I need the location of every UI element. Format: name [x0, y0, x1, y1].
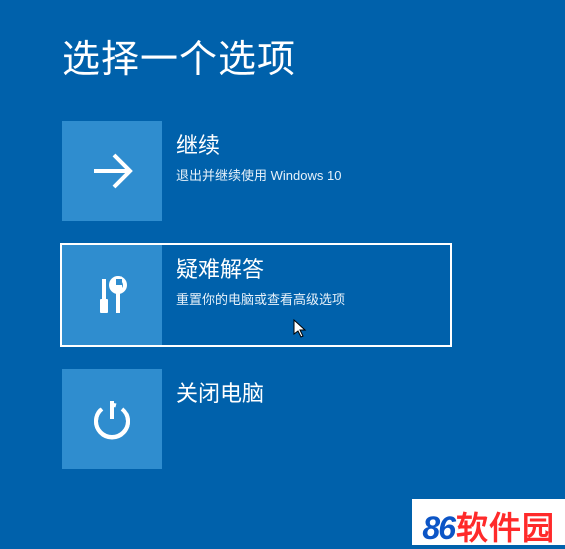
- option-text: 继续 退出并继续使用 Windows 10: [162, 121, 355, 221]
- option-title: 关闭电脑: [176, 381, 264, 407]
- screen-title: 选择一个选项: [0, 0, 565, 83]
- option-description: 退出并继续使用 Windows 10: [176, 165, 341, 184]
- watermark-text: 软件园: [456, 503, 555, 549]
- option-text: 关闭电脑: [162, 369, 278, 469]
- option-shutdown[interactable]: 关闭电脑: [62, 369, 450, 469]
- watermark-number: 86: [422, 510, 454, 547]
- option-title: 疑难解答: [176, 257, 345, 283]
- options-list: 继续 退出并继续使用 Windows 10 疑难解答 重置你的电脑或查看高级选项: [0, 83, 565, 469]
- option-continue[interactable]: 继续 退出并继续使用 Windows 10: [62, 121, 450, 221]
- option-description: 重置你的电脑或查看高级选项: [176, 289, 345, 308]
- arrow-right-icon: [62, 121, 162, 221]
- tools-icon: [62, 245, 162, 345]
- power-icon: [62, 369, 162, 469]
- option-title: 继续: [176, 133, 341, 159]
- option-troubleshoot[interactable]: 疑难解答 重置你的电脑或查看高级选项: [62, 245, 450, 345]
- option-text: 疑难解答 重置你的电脑或查看高级选项: [162, 245, 359, 345]
- watermark: 86 软件园: [412, 499, 565, 545]
